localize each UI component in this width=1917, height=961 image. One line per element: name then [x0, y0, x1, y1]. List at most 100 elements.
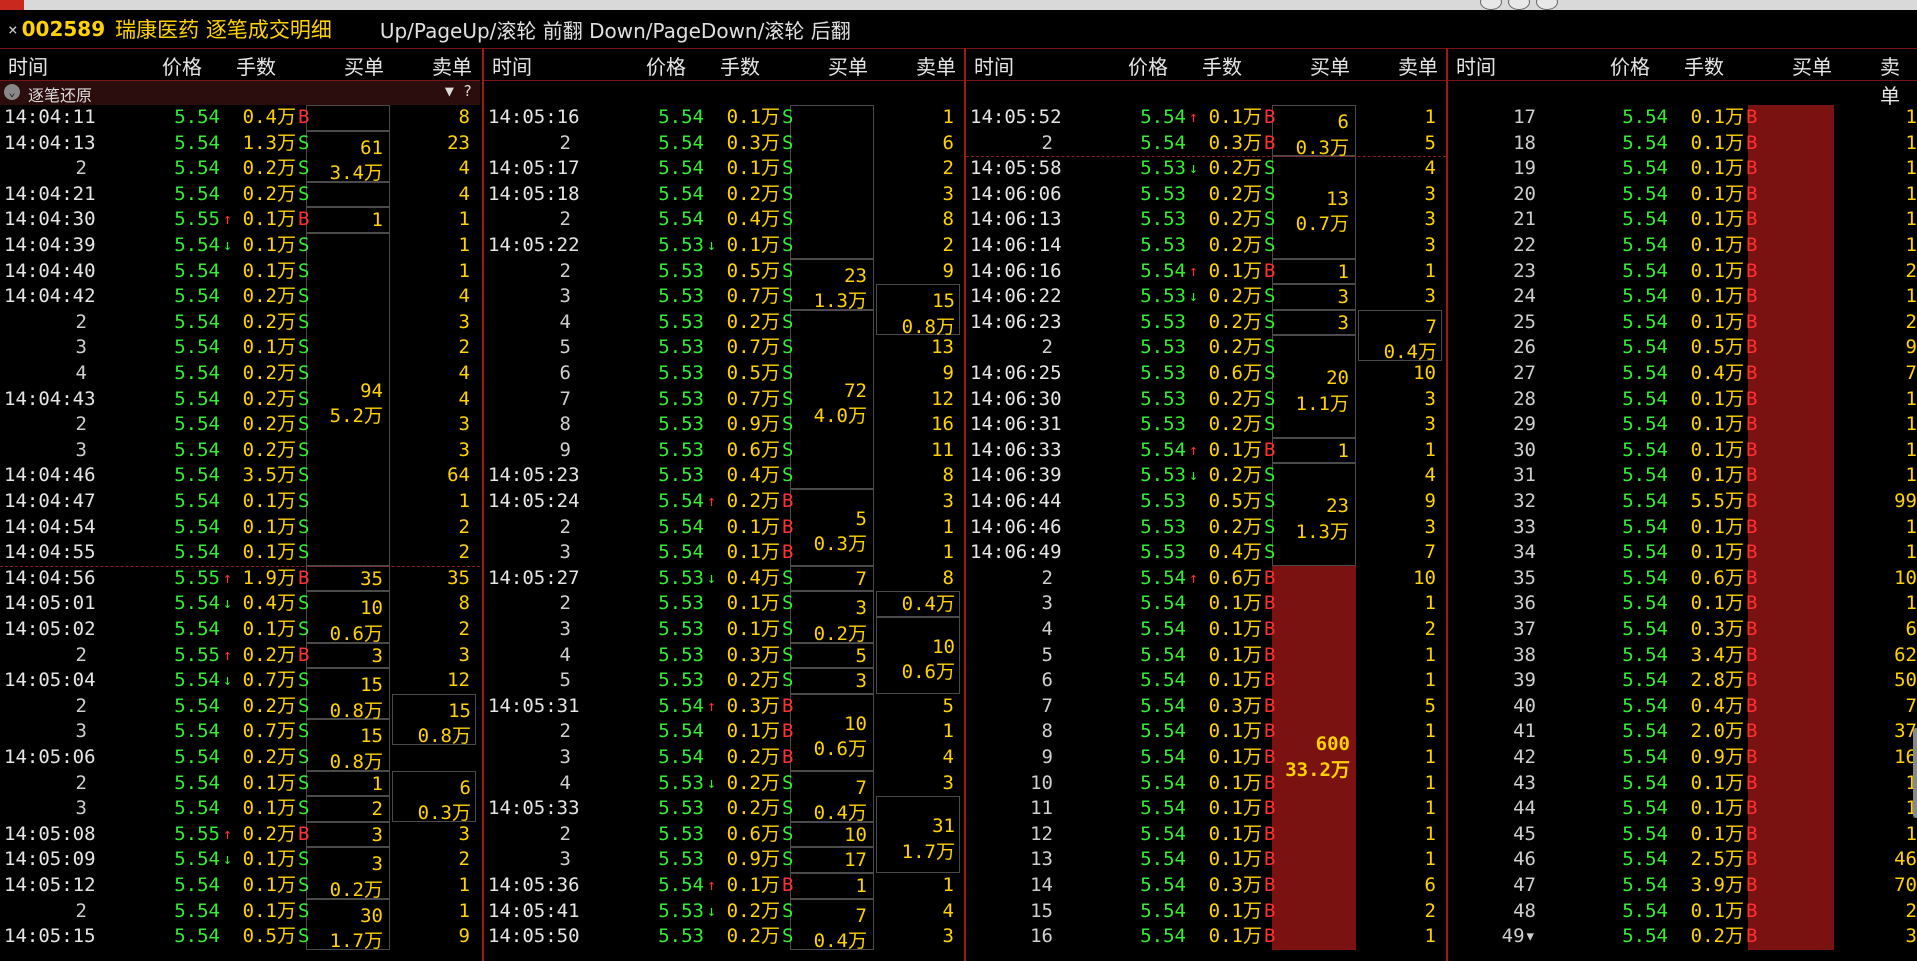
header-2: 手数 — [1202, 55, 1242, 79]
trade-volume: 0.1万 — [1208, 797, 1262, 820]
trade-lots: 3 — [1424, 182, 1436, 205]
trade-row: 14:04:40 5.54 0.1万 S 1 — [0, 259, 480, 285]
column-header: 时间 价格 手数 买单 卖单 — [484, 48, 964, 81]
trade-volume: 3.9万 — [1690, 874, 1744, 896]
trade-volume: 0.2万 — [1208, 387, 1262, 410]
trade-volume: 0.9万 — [726, 848, 780, 871]
trade-lots: 3 — [942, 182, 954, 205]
trade-lots: 1 — [1424, 106, 1436, 128]
close-icon[interactable]: × — [8, 20, 18, 39]
minimize-icon[interactable] — [1480, 0, 1502, 10]
trade-lots: 6 — [1424, 874, 1436, 896]
restore-label[interactable]: 逐笔还原 — [28, 82, 92, 106]
trade-row: 7 5.54 0.3万 B 5 — [966, 694, 1446, 720]
trade-lots: 1 — [1424, 848, 1436, 871]
trade-row: 36 5.54 0.1万 B 1 — [1448, 591, 1917, 617]
trade-row: 32 5.54 5.5万 B 99 — [1448, 489, 1917, 515]
trade-lots: 1 — [1424, 643, 1436, 666]
trade-row: 3 5.54 0.1万 B 1 — [484, 540, 964, 566]
trade-volume: 0.1万 — [1208, 848, 1262, 871]
trade-time: 46 — [1513, 848, 1536, 871]
trade-price: 5.54 — [658, 694, 704, 717]
trade-row: 3 5.54 0.1万 S 2 — [0, 335, 480, 361]
trade-side: B — [1746, 438, 1758, 461]
filter-help-icons[interactable]: ▼ ? — [445, 82, 472, 100]
trade-row: 27 5.54 0.4万 B 7 — [1448, 361, 1917, 387]
trade-side: S — [298, 771, 310, 794]
trade-time: 12 — [1030, 822, 1053, 845]
trade-time: 3 — [559, 541, 571, 564]
trade-volume: 0.1万 — [726, 106, 780, 128]
column-header: 时间 价格 手数 买单 卖单 — [966, 48, 1446, 81]
trade-volume: 0.1万 — [1690, 797, 1744, 820]
trade-side: S — [782, 566, 794, 589]
trade-volume: 0.7万 — [242, 720, 296, 743]
trade-time: 14:05:23 — [488, 464, 580, 487]
trade-time: 3 — [559, 746, 571, 768]
trade-lots: 4 — [458, 285, 470, 308]
trade-side: B — [1746, 771, 1758, 794]
block-value: 31 — [932, 814, 955, 837]
trade-lots: 1 — [1905, 541, 1917, 564]
trade-lots: 5 — [1424, 694, 1436, 717]
trade-time: 14:05:09 — [4, 848, 96, 871]
trade-row: 22 5.54 0.1万 B 1 — [1448, 233, 1917, 259]
trade-row: 14:05:41 5.53 ↓ 0.2万 S 4 — [484, 899, 964, 925]
trade-lots: 3 — [1424, 208, 1436, 231]
header-4: 卖单 — [432, 55, 472, 79]
trade-time: 14:04:46 — [4, 464, 96, 487]
trade-side: S — [1264, 515, 1276, 538]
trade-price: 5.54 — [1622, 592, 1668, 615]
trade-volume: 0.2万 — [726, 746, 780, 768]
trade-price: 5.54 — [1140, 771, 1186, 794]
trade-row: 14:06:49 5.53 0.4万 S 7 — [966, 540, 1446, 566]
trade-side: B — [1746, 157, 1758, 180]
maximize-icon[interactable] — [1508, 0, 1530, 10]
trade-price: 5.54 — [658, 131, 704, 154]
trade-side: S — [782, 438, 794, 461]
trade-side: S — [298, 618, 310, 640]
scrollbar[interactable] — [1913, 728, 1917, 818]
trade-row: 44 5.54 0.1万 B 1 — [1448, 796, 1917, 822]
trade-row: 15 5.54 0.1万 B 2 — [966, 899, 1446, 925]
trade-volume: 0.1万 — [1690, 208, 1744, 231]
trade-lots: 2 — [1905, 310, 1917, 333]
header-3: 买单 — [1792, 55, 1832, 79]
trade-lots: 11 — [931, 438, 954, 461]
trade-side: S — [298, 669, 310, 692]
chevron-down-icon[interactable]: ⌄ — [4, 84, 20, 100]
column-header: 时间 价格 手数 买单 卖单 — [1448, 48, 1917, 108]
trade-lots: 3 — [458, 643, 470, 666]
trade-volume: 0.1万 — [726, 234, 780, 256]
trade-volume: 0.1万 — [242, 874, 296, 896]
block-value: 0.8万 — [901, 315, 955, 338]
trade-volume: 0.1万 — [1208, 822, 1262, 845]
trade-time: 2 — [559, 515, 571, 538]
trade-side: B — [782, 541, 794, 564]
trade-volume: 0.2万 — [242, 387, 296, 410]
trade-time: 14:06:30 — [970, 387, 1062, 410]
trade-time: 21 — [1513, 208, 1536, 231]
trade-side: B — [1746, 925, 1758, 948]
trade-volume: 0.2万 — [1208, 157, 1262, 180]
trade-volume: 0.2万 — [726, 669, 780, 692]
header-1: 价格 — [1610, 55, 1650, 79]
trade-price: 5.54 — [1140, 566, 1186, 589]
trade-side: S — [782, 771, 794, 794]
trade-row: 14:05:58 5.53 ↓ 0.2万 S 4 — [966, 156, 1446, 182]
trade-row: 9 5.54 0.1万 B 1 — [966, 745, 1446, 771]
trade-side: B — [1746, 669, 1758, 692]
window-close-icon[interactable] — [1536, 0, 1558, 10]
trade-lots: 4 — [942, 746, 954, 768]
trade-row: 2 5.54 0.3万 S 6 — [484, 131, 964, 157]
trade-price: 5.54 — [1140, 694, 1186, 717]
trade-lots: 1 — [942, 515, 954, 538]
trade-side: B — [1746, 797, 1758, 820]
trade-row: 4 5.53 ↓ 0.2万 S 3 — [484, 771, 964, 797]
block-value: 0.4万 — [901, 593, 955, 616]
header-2: 手数 — [1684, 55, 1724, 79]
trade-side: S — [298, 592, 310, 615]
trade-volume: 0.1万 — [1690, 413, 1744, 436]
trade-volume: 0.2万 — [726, 797, 780, 820]
trade-volume: 0.7万 — [726, 387, 780, 410]
